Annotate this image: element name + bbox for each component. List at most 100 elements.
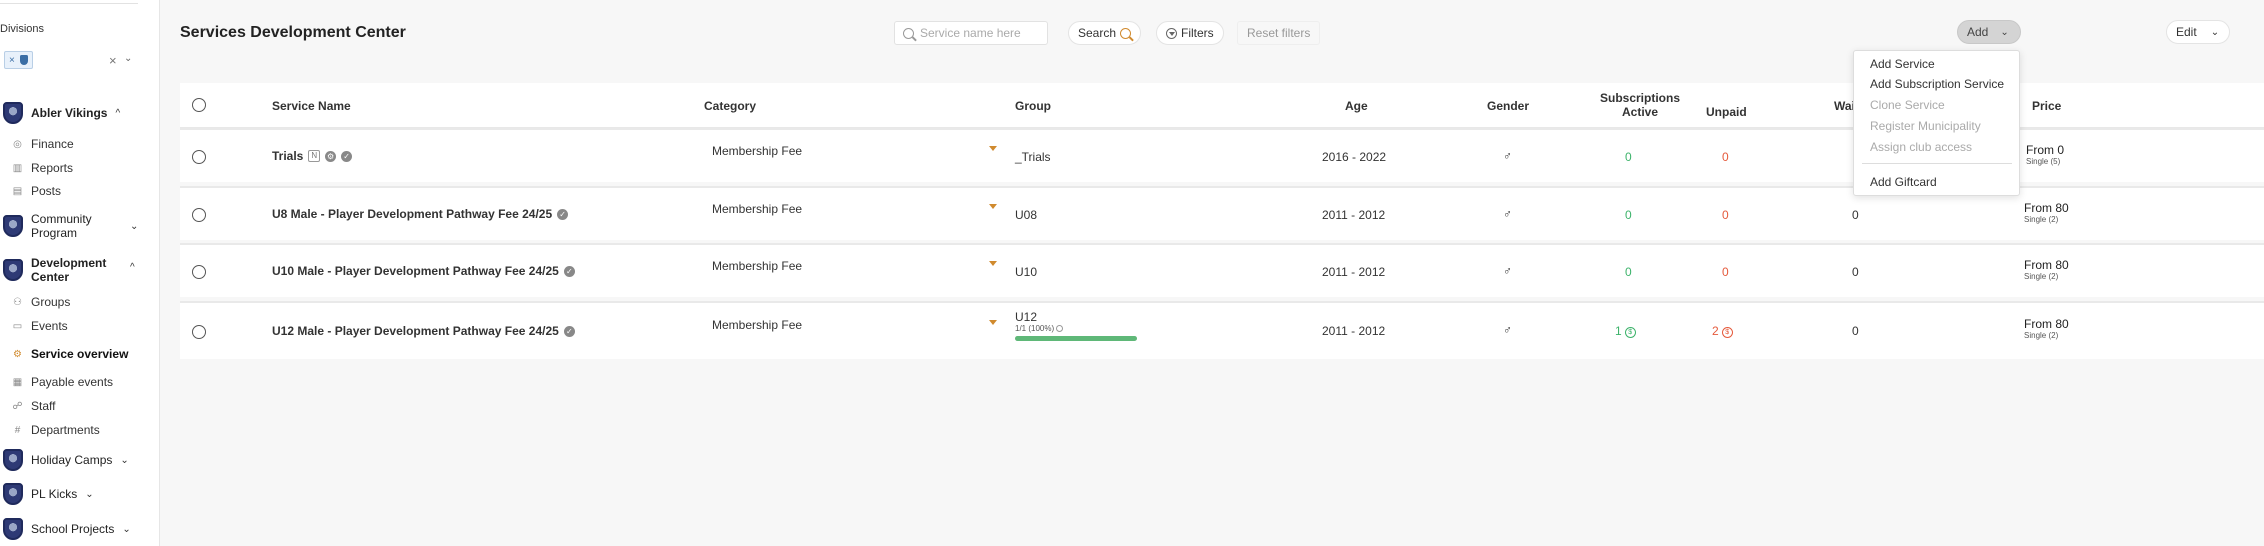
hash-icon: #	[14, 424, 21, 436]
division-chip[interactable]: ×	[4, 51, 33, 69]
col-gender[interactable]: Gender	[1487, 99, 1529, 113]
chip-remove-icon[interactable]: ×	[9, 55, 15, 66]
table-row[interactable]: U12 Male - Player Development Pathway Fe…	[180, 301, 2264, 359]
col-subscriptions-active[interactable]: Subscriptions Active	[1592, 91, 1688, 119]
gender-male-icon: ♂	[1503, 323, 1512, 337]
nav-label: Staff	[31, 399, 56, 413]
club-community-program[interactable]: Community Program	[3, 212, 101, 240]
col-waiting[interactable]: Wai	[1834, 99, 1855, 113]
col-category[interactable]: Category	[704, 99, 756, 113]
club-name: School Projects	[31, 522, 115, 536]
search-button[interactable]: Search	[1068, 21, 1142, 45]
row-select-radio[interactable]	[192, 150, 206, 164]
group-capacity: 1/1 (100%)	[1015, 324, 1137, 333]
menu-add-subscription-service[interactable]: Add Subscription Service	[1870, 77, 2004, 91]
col-service-name[interactable]: Service Name	[272, 99, 351, 113]
club-development-center[interactable]: Development Center	[3, 256, 106, 284]
club-pl-kicks[interactable]: PL Kicks ⌄	[3, 483, 94, 505]
service-name[interactable]: Trials N ⚙ ✓	[272, 149, 353, 163]
price-detail: Single (2)	[2024, 272, 2059, 281]
club-school-projects[interactable]: School Projects ⌄	[3, 518, 131, 540]
club-name: Development Center	[31, 256, 107, 284]
divisions-label: Divisions	[0, 23, 45, 35]
chevron-up-icon[interactable]: ^	[130, 262, 135, 273]
check-icon: ✓	[341, 150, 353, 162]
nav-label: Payable events	[31, 375, 114, 389]
nav-groups[interactable]: ⚇ Groups	[12, 295, 70, 309]
divisions-select[interactable]: × × ⌄	[0, 50, 140, 72]
price-value: From 80	[2024, 201, 2069, 215]
category-select[interactable]: Membership Fee	[712, 259, 997, 273]
category-select[interactable]: Membership Fee	[712, 202, 997, 216]
category-select[interactable]: Membership Fee	[712, 318, 997, 332]
club-holiday-camps[interactable]: Holiday Camps ⌄	[3, 449, 129, 471]
filter-icon	[1166, 27, 1177, 39]
edit-label: Edit	[2176, 25, 2197, 39]
caret-down-icon	[989, 146, 997, 151]
clear-icon[interactable]: ×	[109, 53, 117, 68]
service-name[interactable]: U12 Male - Player Development Pathway Fe…	[272, 324, 575, 338]
club-name: Community Program	[31, 212, 92, 240]
price-value: From 80	[2024, 258, 2069, 272]
search-icon	[903, 27, 914, 39]
unpaid-count: 0	[1722, 208, 1729, 222]
search-box[interactable]	[894, 21, 1048, 45]
nav-departments[interactable]: # Departments	[12, 423, 100, 437]
col-group[interactable]: Group	[1015, 99, 1051, 113]
menu-add-service[interactable]: Add Service	[1870, 57, 1935, 71]
add-button[interactable]: Add ⌄	[1957, 20, 2021, 44]
finance-icon: ◎	[13, 138, 22, 150]
col-active-label: Active	[1621, 105, 1659, 119]
chevron-down-icon[interactable]: ⌄	[130, 221, 138, 232]
col-age[interactable]: Age	[1345, 99, 1368, 113]
row-select-radio[interactable]	[192, 265, 206, 279]
price-detail: Single (2)	[2024, 215, 2059, 224]
reports-icon: ▥	[12, 162, 23, 174]
service-name[interactable]: U10 Male - Player Development Pathway Fe…	[272, 264, 575, 278]
search-input[interactable]	[920, 26, 1040, 40]
service-name[interactable]: U8 Male - Player Development Pathway Fee…	[272, 207, 569, 221]
category-value: Membership Fee	[712, 144, 803, 158]
select-all-radio[interactable]	[192, 98, 206, 112]
group-cell: U12 1/1 (100%)	[1015, 310, 1137, 341]
col-price[interactable]: Price	[2032, 99, 2061, 113]
nav-label: Service overview	[31, 347, 129, 361]
nav-finance[interactable]: ◎ Finance	[12, 137, 74, 151]
waiting-count: 0	[1852, 265, 1859, 279]
age-value: 2016 - 2022	[1322, 150, 1387, 164]
check-icon: ✓	[557, 208, 569, 220]
category-select[interactable]: Membership Fee	[712, 144, 997, 158]
row-select-radio[interactable]	[192, 208, 206, 222]
club-crest-icon	[3, 483, 23, 505]
check-icon: ✓	[563, 325, 575, 337]
reset-filters-button[interactable]: Reset filters	[1237, 21, 1321, 45]
nav-reports[interactable]: ▥ Reports	[12, 161, 73, 175]
check-icon: ✓	[563, 265, 575, 277]
filters-button[interactable]: Filters	[1156, 21, 1224, 45]
menu-add-giftcard[interactable]: Add Giftcard	[1870, 175, 1937, 189]
chevron-down-icon[interactable]: ⌄	[124, 53, 132, 64]
club-name: Holiday Camps	[31, 453, 113, 467]
nav-staff[interactable]: ☍ Staff	[12, 399, 55, 413]
nav-posts[interactable]: ▤ Posts	[12, 184, 61, 198]
info-icon[interactable]	[1056, 325, 1064, 332]
nav-service-overview[interactable]: ⚙ Service overview	[12, 347, 128, 361]
table-row[interactable]: U10 Male - Player Development Pathway Fe…	[180, 243, 2264, 297]
edit-button[interactable]: Edit ⌄	[2166, 20, 2230, 44]
search-icon	[1120, 27, 1132, 39]
group-value: U12	[1015, 310, 1038, 324]
nav-payable-events[interactable]: ▦ Payable events	[12, 375, 113, 389]
nav-events[interactable]: ▭ Events	[12, 319, 68, 333]
group-value: U08	[1015, 208, 1038, 222]
col-unpaid[interactable]: Unpaid	[1706, 105, 1747, 119]
club-crest-icon	[3, 259, 23, 281]
sidebar-divider	[0, 0, 138, 4]
row-select-radio[interactable]	[192, 325, 206, 339]
club-abler-vikings[interactable]: Abler Vikings ^	[3, 102, 120, 124]
price-value: From 80	[2024, 317, 2069, 331]
chevron-down-icon: ⌄	[2000, 26, 2009, 38]
unpaid-cell: 2 $	[1712, 324, 1733, 338]
chevron-down-icon: ⌄	[120, 454, 129, 466]
gear-icon: ⚙	[13, 348, 22, 360]
group-capacity-text: 1/1 (100%)	[1015, 324, 1055, 333]
